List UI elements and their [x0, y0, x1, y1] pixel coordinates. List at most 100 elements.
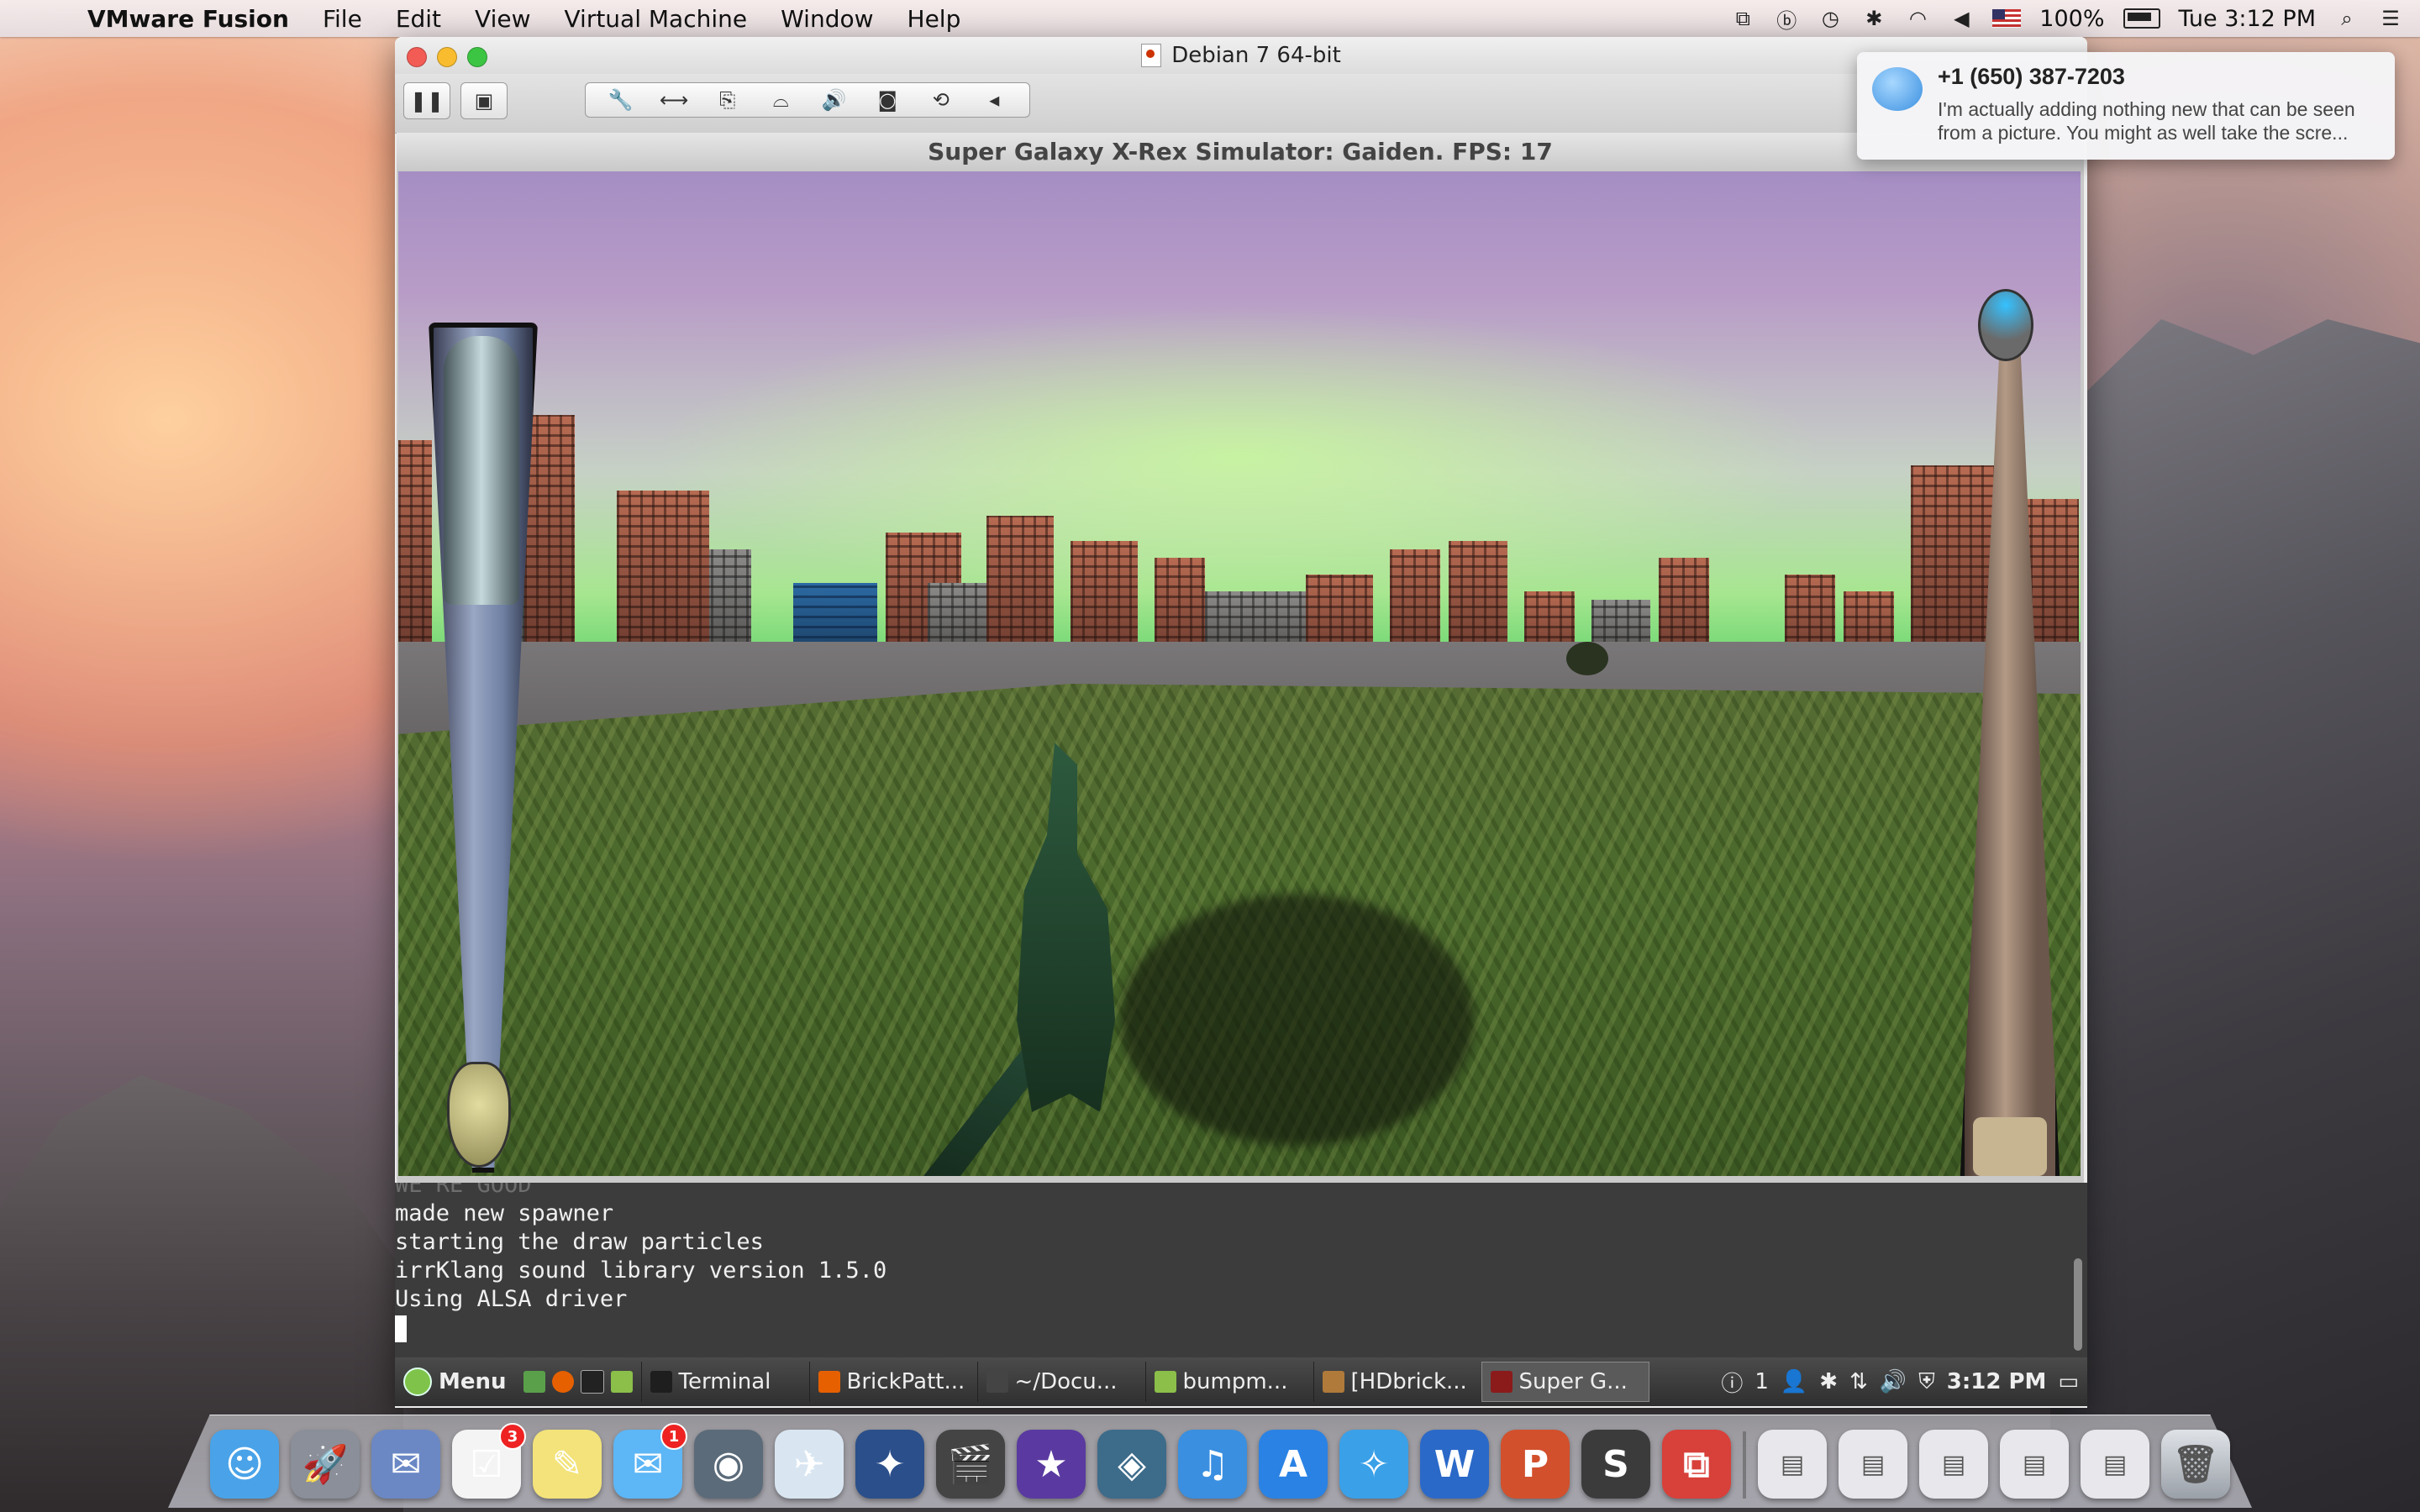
- show-desktop-icon[interactable]: [523, 1371, 545, 1393]
- bluetooth-tray-icon[interactable]: ✱: [1819, 1369, 1838, 1394]
- window-close-button[interactable]: [407, 47, 427, 67]
- notification-message: I'm actually adding nothing new that can…: [1938, 98, 2355, 144]
- settings-wrench-icon[interactable]: 🔧: [600, 88, 642, 112]
- window-zoom-button[interactable]: [467, 47, 487, 67]
- menu-file[interactable]: File: [306, 5, 379, 33]
- iphoto-icon[interactable]: ◈: [1097, 1430, 1166, 1499]
- snapshot-icon[interactable]: ▣: [460, 82, 508, 119]
- launchpad-icon[interactable]: 🚀: [291, 1430, 360, 1499]
- bluetooth-icon[interactable]: ✱: [1861, 6, 1886, 31]
- panel-menu-label: Menu: [439, 1369, 507, 1394]
- vm-toolbar: ❚❚ ▣ 🔧 ⟷ ⎘ ⌓ 🔊 ◙ ⟲ ◂: [395, 74, 2087, 134]
- finder-icon[interactable]: ☺: [210, 1430, 279, 1499]
- us-flag-icon[interactable]: [1992, 9, 2022, 28]
- game-title-bar[interactable]: Super Galaxy X-Rex Simulator: Gaiden. FP…: [397, 133, 2084, 170]
- pause-icon[interactable]: ❚❚: [403, 82, 450, 119]
- beats-icon[interactable]: ⓑ: [1774, 6, 1799, 33]
- task-list: Terminal BrickPatt... ~/Docu... bumpm... [HD…: [640, 1362, 1649, 1402]
- menu-virtual-machine[interactable]: Virtual Machine: [548, 5, 765, 33]
- files-launcher-icon[interactable]: [610, 1371, 633, 1393]
- menu-view[interactable]: View: [458, 5, 547, 33]
- sublime-icon[interactable]: S: [1581, 1430, 1650, 1499]
- blue-orb-icon: [1978, 289, 2033, 361]
- panel-clock[interactable]: 3:12 PM: [1947, 1369, 2047, 1394]
- mail-icon[interactable]: ✉: [371, 1430, 440, 1499]
- task-button[interactable]: Terminal: [640, 1362, 809, 1402]
- disk-icon[interactable]: ⌓: [760, 88, 802, 112]
- dock-separator: [1743, 1431, 1746, 1499]
- terminal-line: Using ALSA driver: [395, 1286, 628, 1312]
- powerpoint-icon[interactable]: P: [1501, 1430, 1570, 1499]
- terminal-icon: [650, 1371, 672, 1393]
- building: [1071, 541, 1138, 659]
- document-terminal-icon[interactable]: ▤: [1919, 1430, 1988, 1499]
- menu-bar-clock[interactable]: Tue 3:12 PM: [2179, 6, 2317, 32]
- preview-icon[interactable]: ✈: [775, 1430, 844, 1499]
- building: [1911, 465, 1995, 659]
- network-tray-icon[interactable]: ⇅: [1849, 1369, 1868, 1394]
- vmware-icon[interactable]: ⧉: [1730, 6, 1755, 31]
- terminal-launcher-icon[interactable]: [580, 1370, 604, 1394]
- task-button[interactable]: Super G...: [1481, 1362, 1649, 1402]
- terminal-output[interactable]: WE'RE GOOD made new spawner starting the…: [395, 1183, 2087, 1357]
- time-machine-icon[interactable]: ◷: [1818, 6, 1843, 31]
- itunes-icon[interactable]: ♫: [1178, 1430, 1247, 1499]
- volume-icon[interactable]: ◀: [1949, 6, 1974, 31]
- task-button[interactable]: [HDbrick...: [1313, 1362, 1481, 1402]
- app-store-icon[interactable]: A: [1259, 1430, 1328, 1499]
- safari-icon[interactable]: ✧: [1339, 1430, 1408, 1499]
- collapse-arrow-icon[interactable]: ◂: [973, 88, 1015, 112]
- messages-icon[interactable]: ✉ 1: [613, 1423, 687, 1499]
- panel-menu-button[interactable]: Menu: [395, 1362, 515, 1402]
- menu-edit[interactable]: Edit: [379, 5, 458, 33]
- workspace-number[interactable]: 1: [1754, 1369, 1769, 1394]
- starcraft-icon[interactable]: ✦: [855, 1430, 924, 1499]
- sound-icon[interactable]: 🔊: [813, 88, 855, 112]
- wifi-icon[interactable]: ◠: [1905, 6, 1930, 31]
- imovie-icon[interactable]: ★: [1017, 1430, 1086, 1499]
- document-finder-icon[interactable]: ▤: [2081, 1430, 2149, 1499]
- terminal-scrollbar[interactable]: [2074, 1258, 2082, 1351]
- window-minimize-button[interactable]: [437, 47, 457, 67]
- terminal-line: starting the draw particles: [395, 1229, 764, 1255]
- reminders-icon[interactable]: ☑ 3: [452, 1423, 526, 1499]
- camera-icon[interactable]: ◙: [866, 88, 908, 112]
- game-viewport[interactable]: [398, 171, 2081, 1176]
- task-button[interactable]: bumpm...: [1144, 1362, 1313, 1402]
- sync-icon[interactable]: ⟲: [920, 88, 962, 112]
- vmware-fusion-icon[interactable]: ⧉: [1662, 1430, 1731, 1499]
- message-notification[interactable]: +1 (650) 387-7203 I'm actually adding no…: [1857, 52, 2395, 160]
- app-menu[interactable]: VMware Fusion: [71, 5, 306, 33]
- menu-bar: VMware Fusion File Edit View Virtual Mac…: [0, 0, 2420, 37]
- battery-icon[interactable]: [2123, 8, 2160, 29]
- linux-panel: Menu Terminal BrickPatt... ~/Docu... bumpm.…: [395, 1357, 2087, 1406]
- spotlight-icon[interactable]: ⌕: [2334, 6, 2360, 31]
- network-icon[interactable]: ⟷: [653, 88, 695, 112]
- menu-help[interactable]: Help: [891, 5, 978, 33]
- task-button[interactable]: ~/Docu...: [976, 1362, 1145, 1402]
- dock-badge: 1: [660, 1423, 687, 1450]
- facetime-icon[interactable]: ◉: [694, 1430, 763, 1499]
- document-web-icon[interactable]: ▤: [2000, 1430, 2069, 1499]
- game-icon: [1490, 1371, 1512, 1393]
- show-desktop-tray-icon[interactable]: ▭: [2058, 1369, 2079, 1394]
- volume-tray-icon[interactable]: 🔊: [1880, 1369, 1907, 1394]
- final-cut-icon[interactable]: 🎬: [936, 1430, 1005, 1499]
- vm-title-bar[interactable]: Debian 7 64-bit: [395, 37, 2087, 74]
- task-button[interactable]: BrickPatt...: [808, 1362, 977, 1402]
- usb-icon[interactable]: ⎘: [707, 88, 749, 112]
- stickies-icon[interactable]: ✎: [533, 1430, 602, 1499]
- document-word-icon[interactable]: ▤: [1758, 1430, 1827, 1499]
- word-icon[interactable]: W: [1420, 1430, 1489, 1499]
- shield-icon[interactable]: ⛨: [1918, 1369, 1935, 1395]
- menu-window[interactable]: Window: [764, 5, 890, 33]
- document-preview-icon[interactable]: ▤: [1839, 1430, 1907, 1499]
- firefox-icon: [818, 1371, 840, 1393]
- vm-window-title: Debian 7 64-bit: [1171, 43, 1341, 68]
- terminal-line: WE'RE GOOD: [395, 1183, 532, 1198]
- notification-center-icon[interactable]: ☰: [2378, 6, 2403, 31]
- trash-icon[interactable]: 🗑: [2161, 1430, 2230, 1499]
- info-icon[interactable]: ⓘ: [1721, 1367, 1743, 1398]
- firefox-launcher-icon[interactable]: [551, 1371, 574, 1393]
- user-icon[interactable]: 👤: [1781, 1369, 1807, 1394]
